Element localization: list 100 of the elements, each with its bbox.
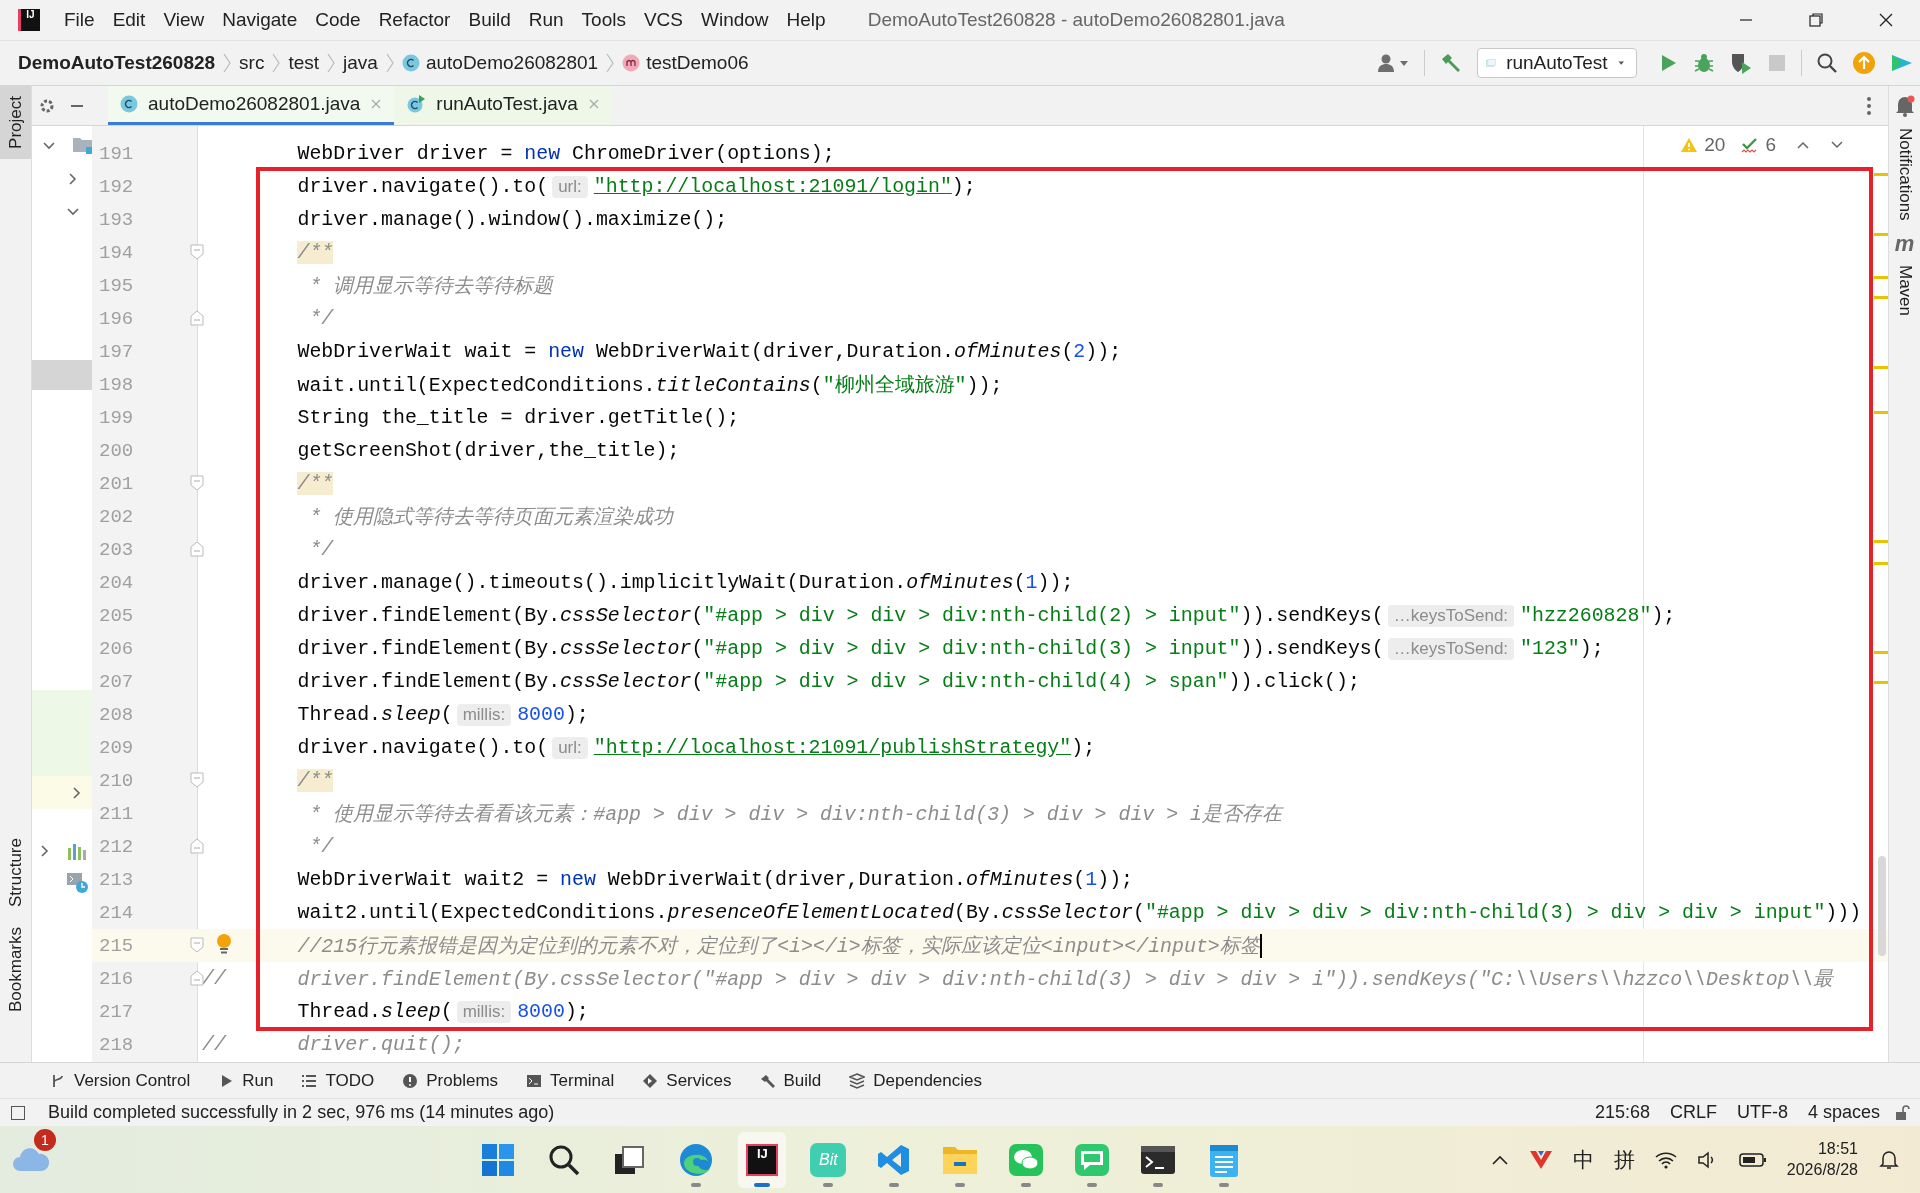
user-icon[interactable] bbox=[1376, 52, 1410, 74]
lightbulb-icon[interactable] bbox=[216, 933, 232, 955]
menu-item[interactable]: Run bbox=[528, 9, 564, 31]
fold-marker-icon[interactable] bbox=[190, 838, 204, 854]
typo-count[interactable]: 6 bbox=[1765, 134, 1776, 156]
taskbar-app[interactable]: IJ bbox=[738, 1131, 787, 1188]
warning-marker[interactable] bbox=[1874, 366, 1888, 369]
code-text: "http://localhost:21091/publishStrategy"); bbox=[593, 736, 1096, 759]
menu-item[interactable]: Help bbox=[786, 9, 826, 31]
menu-item[interactable]: Build bbox=[468, 9, 511, 31]
line-separator[interactable]: CRLF bbox=[1669, 1102, 1717, 1123]
code-editor-icon[interactable] bbox=[877, 1142, 912, 1177]
tool-window-button[interactable]: Services bbox=[642, 1070, 732, 1091]
next-icon[interactable] bbox=[1830, 140, 1844, 150]
lock-icon[interactable] bbox=[1894, 1104, 1910, 1121]
fold-marker-icon[interactable] bbox=[190, 244, 204, 260]
tool-window-button[interactable]: Dependencies bbox=[849, 1070, 982, 1091]
menu-item[interactable]: File bbox=[64, 9, 95, 31]
fold-marker-icon[interactable] bbox=[190, 772, 204, 788]
fold-marker-icon[interactable] bbox=[190, 937, 204, 953]
breadcrumb-item[interactable]: src bbox=[239, 52, 265, 74]
editor-tab[interactable]: runAutoTest.java bbox=[394, 86, 612, 125]
wifi-icon[interactable] bbox=[1654, 1150, 1677, 1169]
side-tab[interactable]: Project bbox=[0, 86, 31, 159]
input-method-indicator[interactable]: 拼 bbox=[1613, 1145, 1635, 1174]
menu-item[interactable]: Tools bbox=[581, 9, 626, 31]
line-number: 204 bbox=[99, 571, 134, 594]
file-encoding[interactable]: UTF-8 bbox=[1736, 1102, 1788, 1123]
warning-marker[interactable] bbox=[1874, 681, 1888, 684]
fold-marker-icon[interactable] bbox=[190, 970, 204, 986]
side-tab[interactable]: Maven bbox=[1894, 264, 1915, 316]
panel-toggle-icon[interactable] bbox=[10, 1104, 26, 1121]
menu-item[interactable]: Refactor bbox=[378, 9, 451, 31]
side-tab[interactable]: Structure bbox=[0, 828, 31, 917]
chat-bubbles-icon[interactable] bbox=[1008, 1142, 1045, 1177]
warning-marker[interactable] bbox=[1874, 562, 1888, 565]
restore-icon[interactable] bbox=[1808, 12, 1824, 28]
browser-icon[interactable] bbox=[679, 1142, 714, 1177]
side-tab[interactable]: Bookmarks bbox=[0, 916, 31, 1022]
task-view-icon[interactable] bbox=[614, 1144, 647, 1175]
breadcrumb-item[interactable]: DemoAutoTest260828 bbox=[18, 52, 216, 74]
fold-marker-icon[interactable] bbox=[190, 310, 204, 326]
warning-marker[interactable] bbox=[1874, 651, 1888, 654]
breadcrumb-item[interactable]: testDemo06 bbox=[622, 52, 749, 74]
warning-marker[interactable] bbox=[1874, 540, 1888, 543]
search-icon[interactable] bbox=[1816, 52, 1838, 74]
chevron-up-icon[interactable] bbox=[1490, 1153, 1509, 1166]
warning-marker[interactable] bbox=[1874, 276, 1888, 279]
tool-window-button[interactable]: Run bbox=[218, 1070, 274, 1091]
hammer-icon[interactable] bbox=[1439, 51, 1463, 75]
fold-marker-icon[interactable] bbox=[190, 475, 204, 491]
menu-item[interactable]: Navigate bbox=[222, 9, 298, 31]
tool-window-button[interactable]: Version Control bbox=[50, 1070, 191, 1091]
input-method-indicator[interactable]: 中 bbox=[1572, 1145, 1594, 1174]
message-icon[interactable] bbox=[1074, 1142, 1111, 1177]
module-icon[interactable]: m bbox=[1894, 230, 1915, 257]
menu-item[interactable]: View bbox=[163, 9, 205, 31]
code-text: WebDriverWait wait = new WebDriverWait(driver,Duration.ofMinutes(2)); bbox=[297, 340, 1122, 363]
tool-window-button[interactable]: TODO bbox=[301, 1070, 375, 1091]
menu-item[interactable]: Edit bbox=[112, 9, 146, 31]
cursor-position[interactable]: 215:68 bbox=[1594, 1102, 1650, 1123]
tool-window-button[interactable]: Terminal bbox=[526, 1070, 615, 1091]
previous-icon[interactable] bbox=[1796, 140, 1810, 150]
breadcrumb-item[interactable]: java bbox=[343, 52, 378, 74]
warning-marker[interactable] bbox=[1874, 296, 1888, 299]
side-tab[interactable]: Notifications bbox=[1894, 128, 1915, 221]
menu-item[interactable]: Window bbox=[701, 9, 769, 31]
breadcrumb-item[interactable]: test bbox=[288, 52, 320, 74]
menu-item[interactable]: VCS bbox=[643, 9, 683, 31]
update-icon[interactable] bbox=[1852, 51, 1876, 75]
notification-center-icon[interactable] bbox=[1878, 1148, 1900, 1171]
search-icon[interactable] bbox=[548, 1143, 581, 1176]
code-text: */ bbox=[308, 835, 334, 858]
breadcrumb-item[interactable]: autoDemo26082801 bbox=[401, 52, 599, 74]
run-configuration-dropdown[interactable]: runAutoTest bbox=[1477, 48, 1637, 78]
windows-start-icon[interactable] bbox=[481, 1142, 516, 1177]
more-options-icon[interactable] bbox=[1866, 95, 1872, 116]
close-icon[interactable] bbox=[1878, 12, 1894, 28]
tool-window-button[interactable]: Build bbox=[759, 1070, 822, 1091]
typo-check-icon[interactable] bbox=[1741, 136, 1760, 154]
editor-tab[interactable]: autoDemo26082801.java bbox=[108, 86, 395, 125]
bug-icon[interactable] bbox=[1693, 52, 1715, 74]
battery-icon[interactable] bbox=[1738, 1151, 1767, 1168]
tool-window-button[interactable]: Problems bbox=[402, 1070, 499, 1091]
indent-setting[interactable]: 4 spaces bbox=[1807, 1102, 1880, 1123]
scrollbar-thumb[interactable] bbox=[1878, 856, 1886, 956]
warning-marker[interactable] bbox=[1874, 233, 1888, 236]
shield-run-icon[interactable] bbox=[1729, 51, 1753, 75]
warning-marker[interactable] bbox=[1874, 173, 1888, 176]
warning-count[interactable]: 20 bbox=[1704, 134, 1726, 156]
terminal-icon[interactable] bbox=[1140, 1143, 1177, 1176]
warning-marker[interactable] bbox=[1874, 411, 1888, 414]
clock-time[interactable]: 18:51 bbox=[1817, 1138, 1858, 1160]
ide-icon[interactable]: IJ bbox=[746, 1143, 779, 1176]
fold-marker-icon[interactable] bbox=[190, 541, 204, 557]
security-icon[interactable] bbox=[1528, 1148, 1553, 1171]
settings-icon[interactable] bbox=[39, 97, 55, 114]
menu-item[interactable]: Code bbox=[315, 9, 361, 31]
status-message[interactable]: Build completed successfully in 2 sec, 976 ms (14 minutes ago) bbox=[48, 1102, 555, 1123]
clock-date[interactable]: 2026/8/28 bbox=[1786, 1159, 1858, 1181]
